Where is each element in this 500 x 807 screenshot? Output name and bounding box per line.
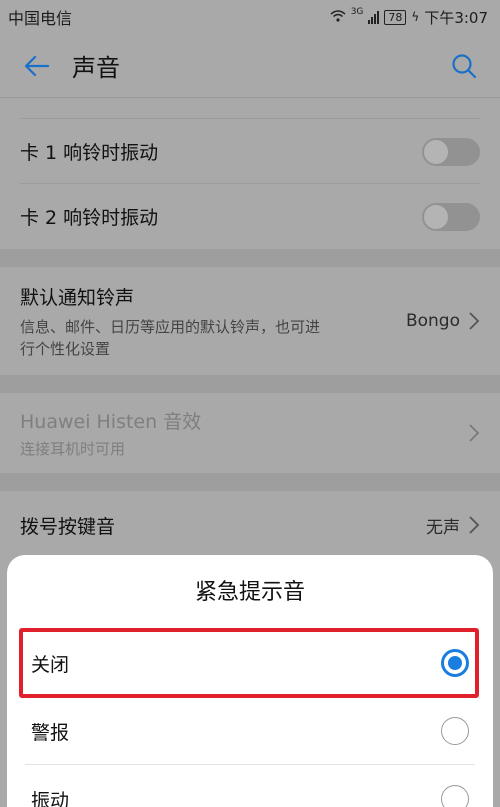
dial-tone-row[interactable]: 拨号按键音 无声 xyxy=(0,491,500,559)
default-notification-title: 默认通知铃声 xyxy=(20,286,135,309)
option-alarm[interactable]: 警报 xyxy=(7,697,493,765)
chevron-right-icon xyxy=(469,516,480,534)
carrier-label: 中国电信 xyxy=(8,9,73,28)
option-vibrate-radio[interactable] xyxy=(441,785,469,807)
emergency-alert-sheet: 紧急提示音 关闭 警报 振动 xyxy=(7,555,493,807)
option-off-radio[interactable] xyxy=(441,649,469,677)
clock-label: 下午3:07 xyxy=(424,8,488,27)
ring-vibrate-sim2-toggle[interactable] xyxy=(422,202,480,231)
option-alarm-radio[interactable] xyxy=(441,717,469,745)
default-notification-value: Bongo xyxy=(405,311,460,331)
toggle-knob xyxy=(424,204,448,229)
histen-text: Huawei Histen 音效 连接耳机时可用 xyxy=(20,407,468,460)
back-arrow-icon[interactable] xyxy=(20,50,52,82)
histen-subtitle: 连接耳机时可用 xyxy=(20,439,126,458)
ring-vibrate-sim2-label: 卡 2 响铃时振动 xyxy=(20,207,159,229)
sheet-title: 紧急提示音 xyxy=(194,580,305,605)
search-icon[interactable] xyxy=(448,50,480,82)
default-notification-subtitle: 信息、邮件、日历等应用的默认铃声，也可进行个性化设置 xyxy=(20,317,321,358)
battery-icon: 78 xyxy=(384,9,407,25)
status-icons: 3G 78 ϟ 下午3:07 xyxy=(330,7,488,28)
dial-tone-value: 无声 xyxy=(426,517,460,538)
option-alarm-label: 警报 xyxy=(31,721,70,744)
wifi-icon xyxy=(330,8,346,26)
histen-row: Huawei Histen 音效 连接耳机时可用 xyxy=(0,393,500,473)
chevron-right-icon xyxy=(469,424,480,442)
section-gap xyxy=(0,375,500,393)
section-gap xyxy=(0,473,500,491)
settings-list: 卡 1 响铃时振动 卡 2 响铃时振动 默认通知铃声 信息、邮件、日历等应用的默… xyxy=(0,99,500,559)
option-vibrate[interactable]: 振动 xyxy=(7,765,493,807)
dial-tone-label: 拨号按键音 xyxy=(20,515,116,538)
list-top-spacer xyxy=(0,99,500,119)
section-gap xyxy=(0,249,500,267)
default-notification-text: 默认通知铃声 信息、邮件、日历等应用的默认铃声，也可进行个性化设置 xyxy=(20,283,406,360)
ring-vibrate-sim1-row[interactable]: 卡 1 响铃时振动 xyxy=(0,119,500,184)
page-title: 声音 xyxy=(72,54,120,82)
ring-vibrate-sim1-toggle[interactable] xyxy=(422,137,480,166)
ring-vibrate-sim2-row[interactable]: 卡 2 响铃时振动 xyxy=(0,184,500,249)
status-bar: 中国电信 3G 78 ϟ 下午3:07 xyxy=(0,0,500,34)
histen-title: Huawei Histen 音效 xyxy=(20,410,202,433)
option-off-label: 关闭 xyxy=(31,653,70,676)
charging-icon: ϟ xyxy=(411,10,420,24)
radio-dot xyxy=(448,656,462,670)
ring-vibrate-sim1-label: 卡 1 响铃时振动 xyxy=(20,142,159,164)
chevron-right-icon xyxy=(469,312,480,330)
option-off[interactable]: 关闭 xyxy=(7,629,493,697)
app-bar: 声音 xyxy=(0,34,500,98)
option-vibrate-label: 振动 xyxy=(31,789,70,807)
default-notification-row[interactable]: 默认通知铃声 信息、邮件、日历等应用的默认铃声，也可进行个性化设置 Bongo xyxy=(0,267,500,375)
toggle-knob xyxy=(424,139,448,164)
network-type-label: 3G xyxy=(350,6,364,17)
signal-icon xyxy=(368,10,380,24)
